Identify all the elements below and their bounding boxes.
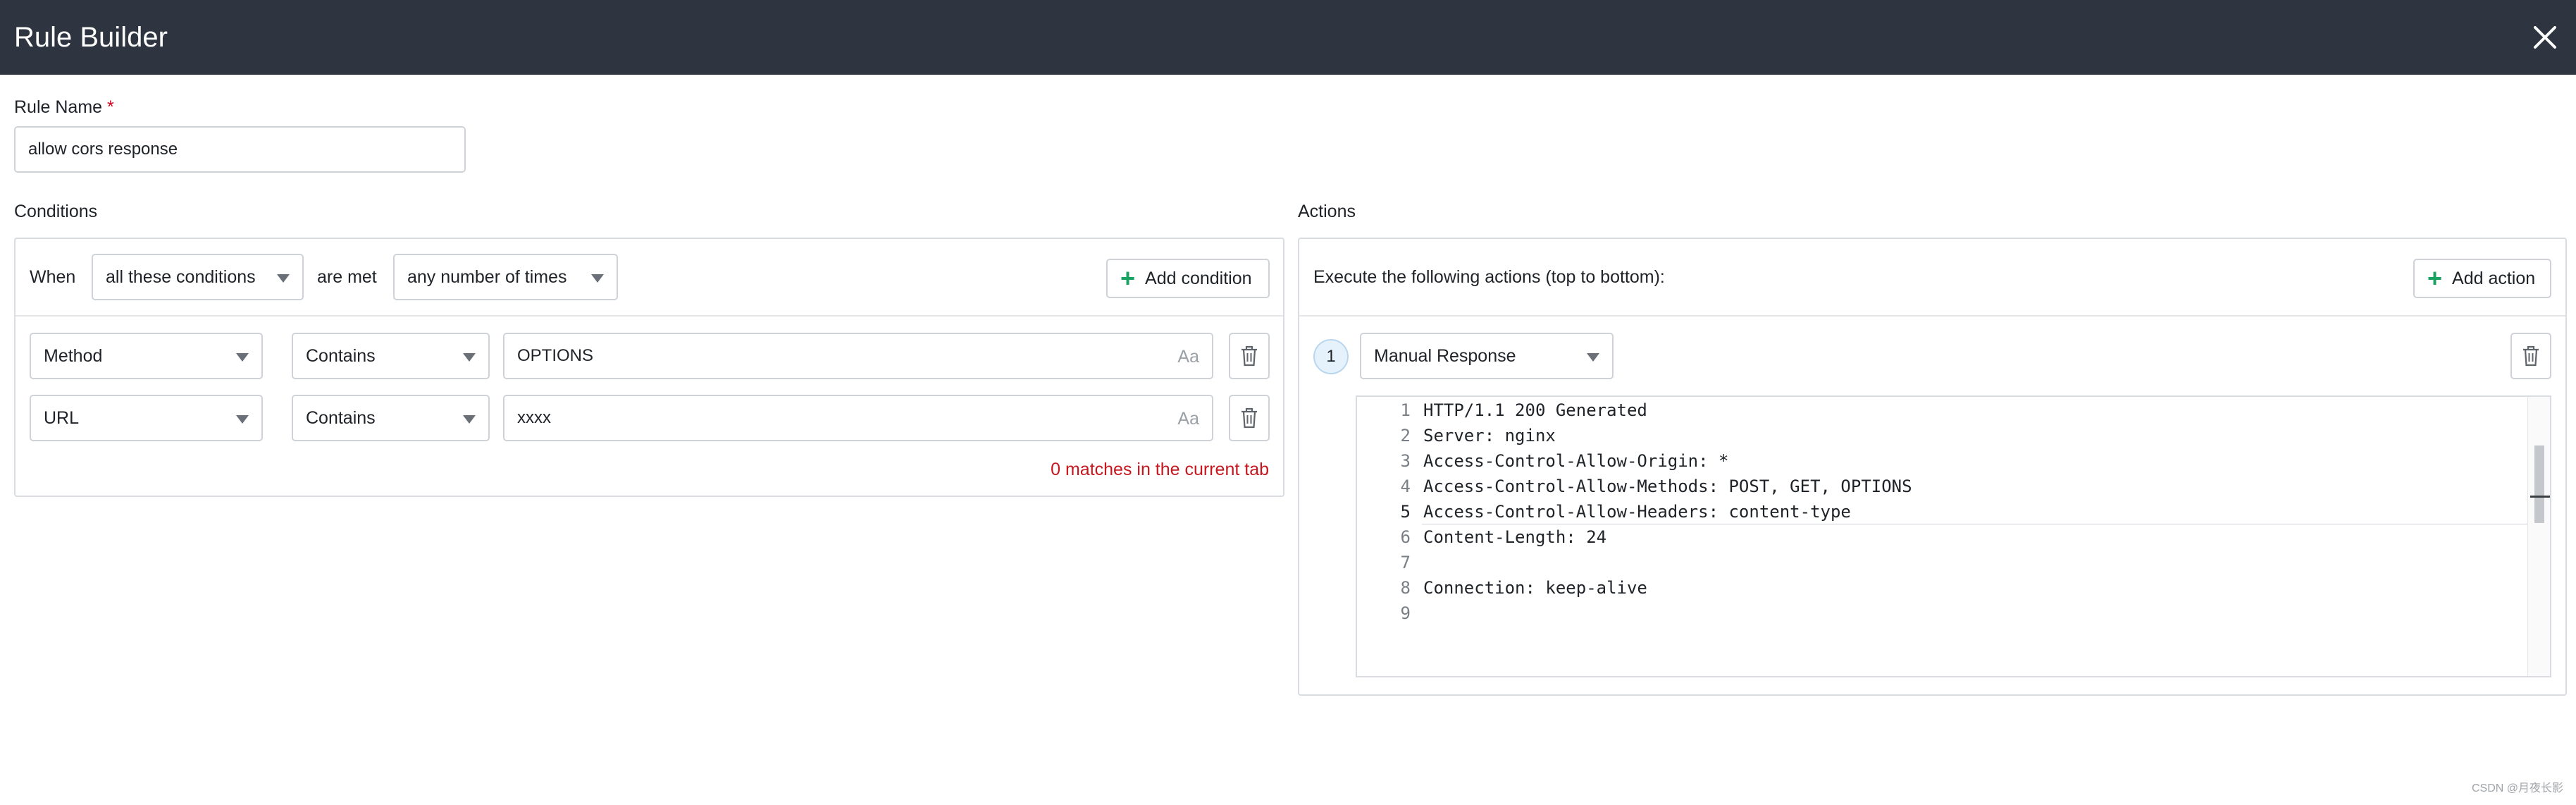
editor-line[interactable]: 7	[1357, 550, 2550, 575]
condition-mode-select[interactable]: all these conditions	[92, 254, 304, 300]
window-title: Rule Builder	[14, 21, 168, 53]
line-number: 7	[1400, 553, 1411, 572]
condition-operator-select[interactable]: Contains	[292, 333, 490, 379]
editor-scroll-marker	[2530, 496, 2550, 498]
editor-scrollbar[interactable]	[2527, 397, 2550, 676]
response-editor[interactable]: 1 HTTP/1.1 200 Generated 2 Server: nginx 3 Ac…	[1356, 395, 2551, 677]
code-text: Server: nginx	[1423, 426, 1556, 445]
condition-value-input[interactable]: OPTIONS Aa	[503, 333, 1213, 379]
watermark: CSDN @月夜长影	[2471, 782, 2563, 794]
code-text: Access-Control-Allow-Headers: content-ty…	[1423, 502, 1851, 522]
caret-down-icon	[1587, 353, 1599, 362]
editor-line[interactable]: 6 Content-Length: 24	[1357, 524, 2550, 550]
condition-value-text: xxxx	[517, 408, 551, 427]
editor-line[interactable]: 8 Connection: keep-alive	[1357, 575, 2550, 601]
delete-condition-button[interactable]	[1229, 395, 1270, 441]
trash-icon	[2523, 345, 2539, 367]
editor-line[interactable]: 1 HTTP/1.1 200 Generated	[1357, 398, 2550, 423]
code-text: Access-Control-Allow-Origin: *	[1423, 451, 1729, 471]
case-sensitive-toggle[interactable]: Aa	[1177, 347, 1199, 367]
actions-description: Execute the following actions (top to bo…	[1313, 267, 1665, 287]
line-number: 4	[1400, 477, 1411, 496]
editor-scroll-thumb[interactable]	[2534, 445, 2544, 523]
editor-line[interactable]: 3 Access-Control-Allow-Origin: *	[1357, 448, 2550, 474]
line-number: 5	[1400, 502, 1411, 522]
action-type-value: Manual Response	[1374, 345, 1516, 366]
plus-icon: +	[2427, 264, 2443, 293]
caret-down-icon	[591, 274, 604, 283]
code-text: HTTP/1.1 200 Generated	[1423, 400, 1647, 420]
line-number: 1	[1400, 400, 1411, 420]
delete-action-button[interactable]	[2510, 333, 2551, 379]
code-text: Connection: keep-alive	[1423, 578, 1647, 598]
condition-value-input[interactable]: xxxx Aa	[503, 395, 1213, 441]
condition-field-value: Method	[44, 345, 103, 366]
trash-icon	[1241, 407, 1257, 429]
rule-name-label-text: Rule Name	[14, 97, 103, 117]
delete-condition-button[interactable]	[1229, 333, 1270, 379]
required-mark: *	[107, 97, 114, 117]
trash-icon	[1241, 345, 1257, 367]
condition-field-select[interactable]: URL	[30, 395, 263, 441]
rule-name-label: Rule Name *	[14, 97, 114, 118]
close-button[interactable]	[2527, 19, 2563, 56]
editor-line[interactable]: 2 Server: nginx	[1357, 423, 2550, 448]
condition-mode-value: all these conditions	[106, 266, 256, 287]
when-label: When	[30, 267, 76, 287]
line-number: 2	[1400, 426, 1411, 445]
caret-down-icon	[463, 415, 476, 424]
editor-line[interactable]: 5 Access-Control-Allow-Headers: content-t…	[1357, 499, 2550, 524]
add-action-label: Add action	[2452, 268, 2536, 288]
add-condition-button[interactable]: + Add condition	[1106, 259, 1270, 298]
line-number: 3	[1400, 451, 1411, 471]
are-met-label: are met	[317, 267, 377, 287]
actions-label: Actions	[1298, 202, 1356, 221]
caret-down-icon	[236, 415, 249, 424]
condition-field-value: URL	[44, 407, 80, 428]
line-number: 6	[1400, 527, 1411, 547]
condition-value-text: OPTIONS	[517, 346, 594, 365]
code-text: Content-Length: 24	[1423, 527, 1607, 547]
condition-field-select[interactable]: Method	[30, 333, 263, 379]
match-status: 0 matches in the current tab	[1051, 460, 1269, 479]
conditions-label: Conditions	[14, 202, 98, 221]
add-condition-label: Add condition	[1145, 268, 1252, 288]
condition-operator-value: Contains	[306, 345, 376, 366]
code-text: Access-Control-Allow-Methods: POST, GET,…	[1423, 477, 1912, 496]
title-bar: Rule Builder	[0, 0, 2576, 75]
case-sensitive-toggle[interactable]: Aa	[1177, 409, 1199, 429]
close-icon	[2534, 26, 2556, 49]
line-number: 9	[1400, 603, 1411, 623]
frequency-value: any number of times	[407, 266, 567, 287]
line-number: 8	[1400, 578, 1411, 598]
action-type-select[interactable]: Manual Response	[1360, 333, 1614, 379]
plus-icon: +	[1120, 264, 1136, 293]
rule-name-input[interactable]	[14, 126, 466, 173]
caret-down-icon	[236, 353, 249, 362]
condition-operator-select[interactable]: Contains	[292, 395, 490, 441]
frequency-select[interactable]: any number of times	[393, 254, 618, 300]
action-step-number: 1	[1313, 339, 1349, 374]
caret-down-icon	[463, 353, 476, 362]
caret-down-icon	[277, 274, 290, 283]
editor-line[interactable]: 4 Access-Control-Allow-Methods: POST, GET…	[1357, 474, 2550, 499]
conditions-panel: When all these conditions are met any nu…	[14, 238, 1284, 497]
add-action-button[interactable]: + Add action	[2413, 259, 2551, 298]
editor-line[interactable]: 9	[1357, 601, 2550, 626]
condition-operator-value: Contains	[306, 407, 376, 428]
